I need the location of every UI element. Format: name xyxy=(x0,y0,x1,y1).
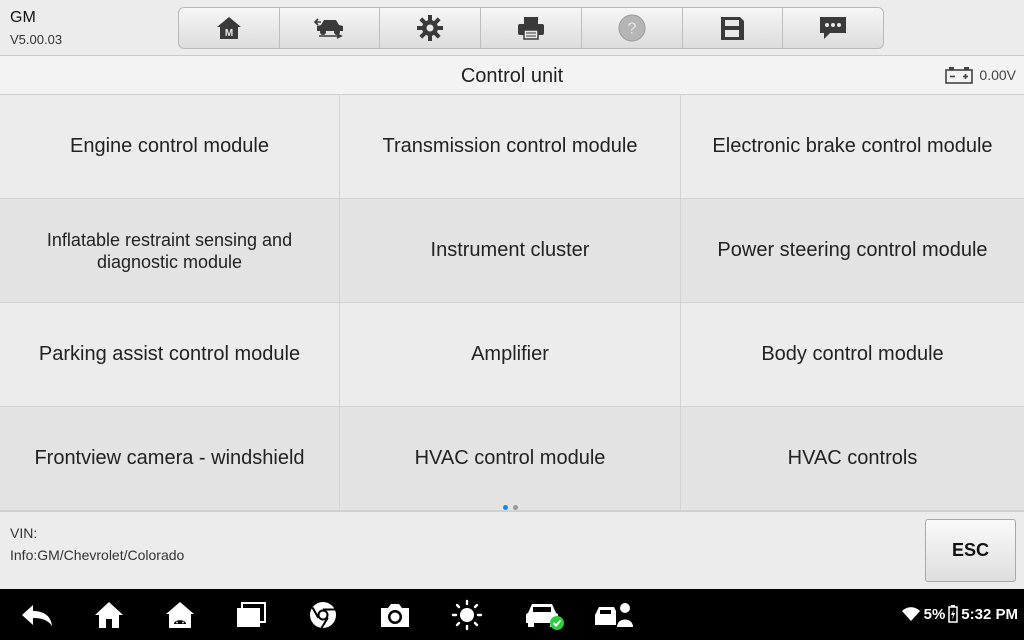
recent-apps-button[interactable] xyxy=(234,598,268,632)
esc-button[interactable]: ESC xyxy=(925,519,1016,582)
save-button[interactable] xyxy=(683,8,784,48)
vin-label: VIN: xyxy=(10,525,38,541)
recent-apps-icon xyxy=(237,602,266,627)
home-nav-button[interactable] xyxy=(92,598,126,632)
module-frontview-camera[interactable]: Frontview camera - windshield xyxy=(0,407,340,511)
status-area: 5% 5:32 PM xyxy=(901,605,1018,623)
help-icon: ? xyxy=(618,14,646,42)
title-bar: Control unit 0.00V xyxy=(0,56,1024,95)
save-icon xyxy=(721,17,745,40)
vehicle-swap-button[interactable] xyxy=(280,8,381,48)
clock: 5:32 PM xyxy=(961,605,1018,623)
module-hvac-controls[interactable]: HVAC controls xyxy=(681,407,1024,511)
battery-percent: 5% xyxy=(923,605,946,623)
voltage-value: 0.00V xyxy=(979,67,1016,83)
software-version: V5.00.03 xyxy=(10,32,63,47)
print-icon xyxy=(518,17,545,40)
brightness-button[interactable] xyxy=(450,598,484,632)
vehicle-make: GM xyxy=(10,9,36,26)
toolbar: M ? xyxy=(178,7,884,49)
camera-button[interactable] xyxy=(378,598,412,632)
module-amplifier[interactable]: Amplifier xyxy=(340,303,681,407)
brightness-icon xyxy=(451,599,483,631)
vehicle-swap-icon xyxy=(313,18,343,39)
module-transmission-control[interactable]: Transmission control module xyxy=(340,95,681,199)
module-parking-assist-control[interactable]: Parking assist control module xyxy=(0,303,340,407)
module-electronic-brake-control[interactable]: Electronic brake control module xyxy=(681,95,1024,199)
module-instrument-cluster[interactable]: Instrument cluster xyxy=(340,199,681,303)
battery-charging-icon xyxy=(948,605,959,623)
vehicle-connection-button[interactable] xyxy=(522,598,566,632)
top-bar: GM V5.00.03 M ? xyxy=(0,0,1024,56)
svg-text:M: M xyxy=(225,28,233,39)
home-icon: M xyxy=(216,17,241,39)
brand-block: GM V5.00.03 xyxy=(10,9,62,49)
android-house-icon xyxy=(166,602,194,628)
browser-button[interactable] xyxy=(306,598,340,632)
technician-button[interactable] xyxy=(592,598,636,632)
vehicle-connected-icon xyxy=(526,604,564,630)
message-icon xyxy=(820,17,847,39)
help-button[interactable]: ? xyxy=(582,8,683,48)
footer-bar: VIN: Info:GM/Chevrolet/Colorado ESC xyxy=(0,511,1024,589)
settings-icon xyxy=(417,15,444,41)
battery-voltage: 0.00V xyxy=(945,66,1016,84)
module-hvac-control[interactable]: HVAC control module xyxy=(340,407,681,511)
camera-icon xyxy=(381,604,409,627)
wifi-icon xyxy=(901,607,920,621)
vehicle-info: VIN: Info:GM/Chevrolet/Colorado xyxy=(10,522,184,566)
control-unit-grid: Engine control module Transmission contr… xyxy=(0,95,1024,511)
android-home-button[interactable] xyxy=(163,598,197,632)
page-dot-2 xyxy=(513,505,518,510)
vehicle-info-text: Info:GM/Chevrolet/Colorado xyxy=(10,547,185,563)
svg-text:?: ? xyxy=(627,21,636,38)
module-body-control[interactable]: Body control module xyxy=(681,303,1024,407)
message-button[interactable] xyxy=(783,8,883,48)
print-button[interactable] xyxy=(481,8,582,48)
page-title: Control unit xyxy=(460,65,564,87)
system-nav-bar: 5% 5:32 PM xyxy=(0,589,1024,640)
home-button[interactable]: M xyxy=(179,8,280,48)
module-engine-control[interactable]: Engine control module xyxy=(0,95,340,199)
module-inflatable-restraint[interactable]: Inflatable restraint sensing and diagnos… xyxy=(0,199,340,303)
vehicle-person-icon xyxy=(595,603,633,627)
house-icon xyxy=(95,602,123,628)
vehicle-battery-icon xyxy=(945,67,974,84)
page-indicator xyxy=(503,505,518,510)
browser-icon xyxy=(310,602,336,629)
settings-button[interactable] xyxy=(380,8,482,48)
back-button[interactable] xyxy=(20,598,54,632)
page-dot-1 xyxy=(503,505,508,510)
module-power-steering-control[interactable]: Power steering control module xyxy=(681,199,1024,303)
back-icon xyxy=(22,605,52,626)
